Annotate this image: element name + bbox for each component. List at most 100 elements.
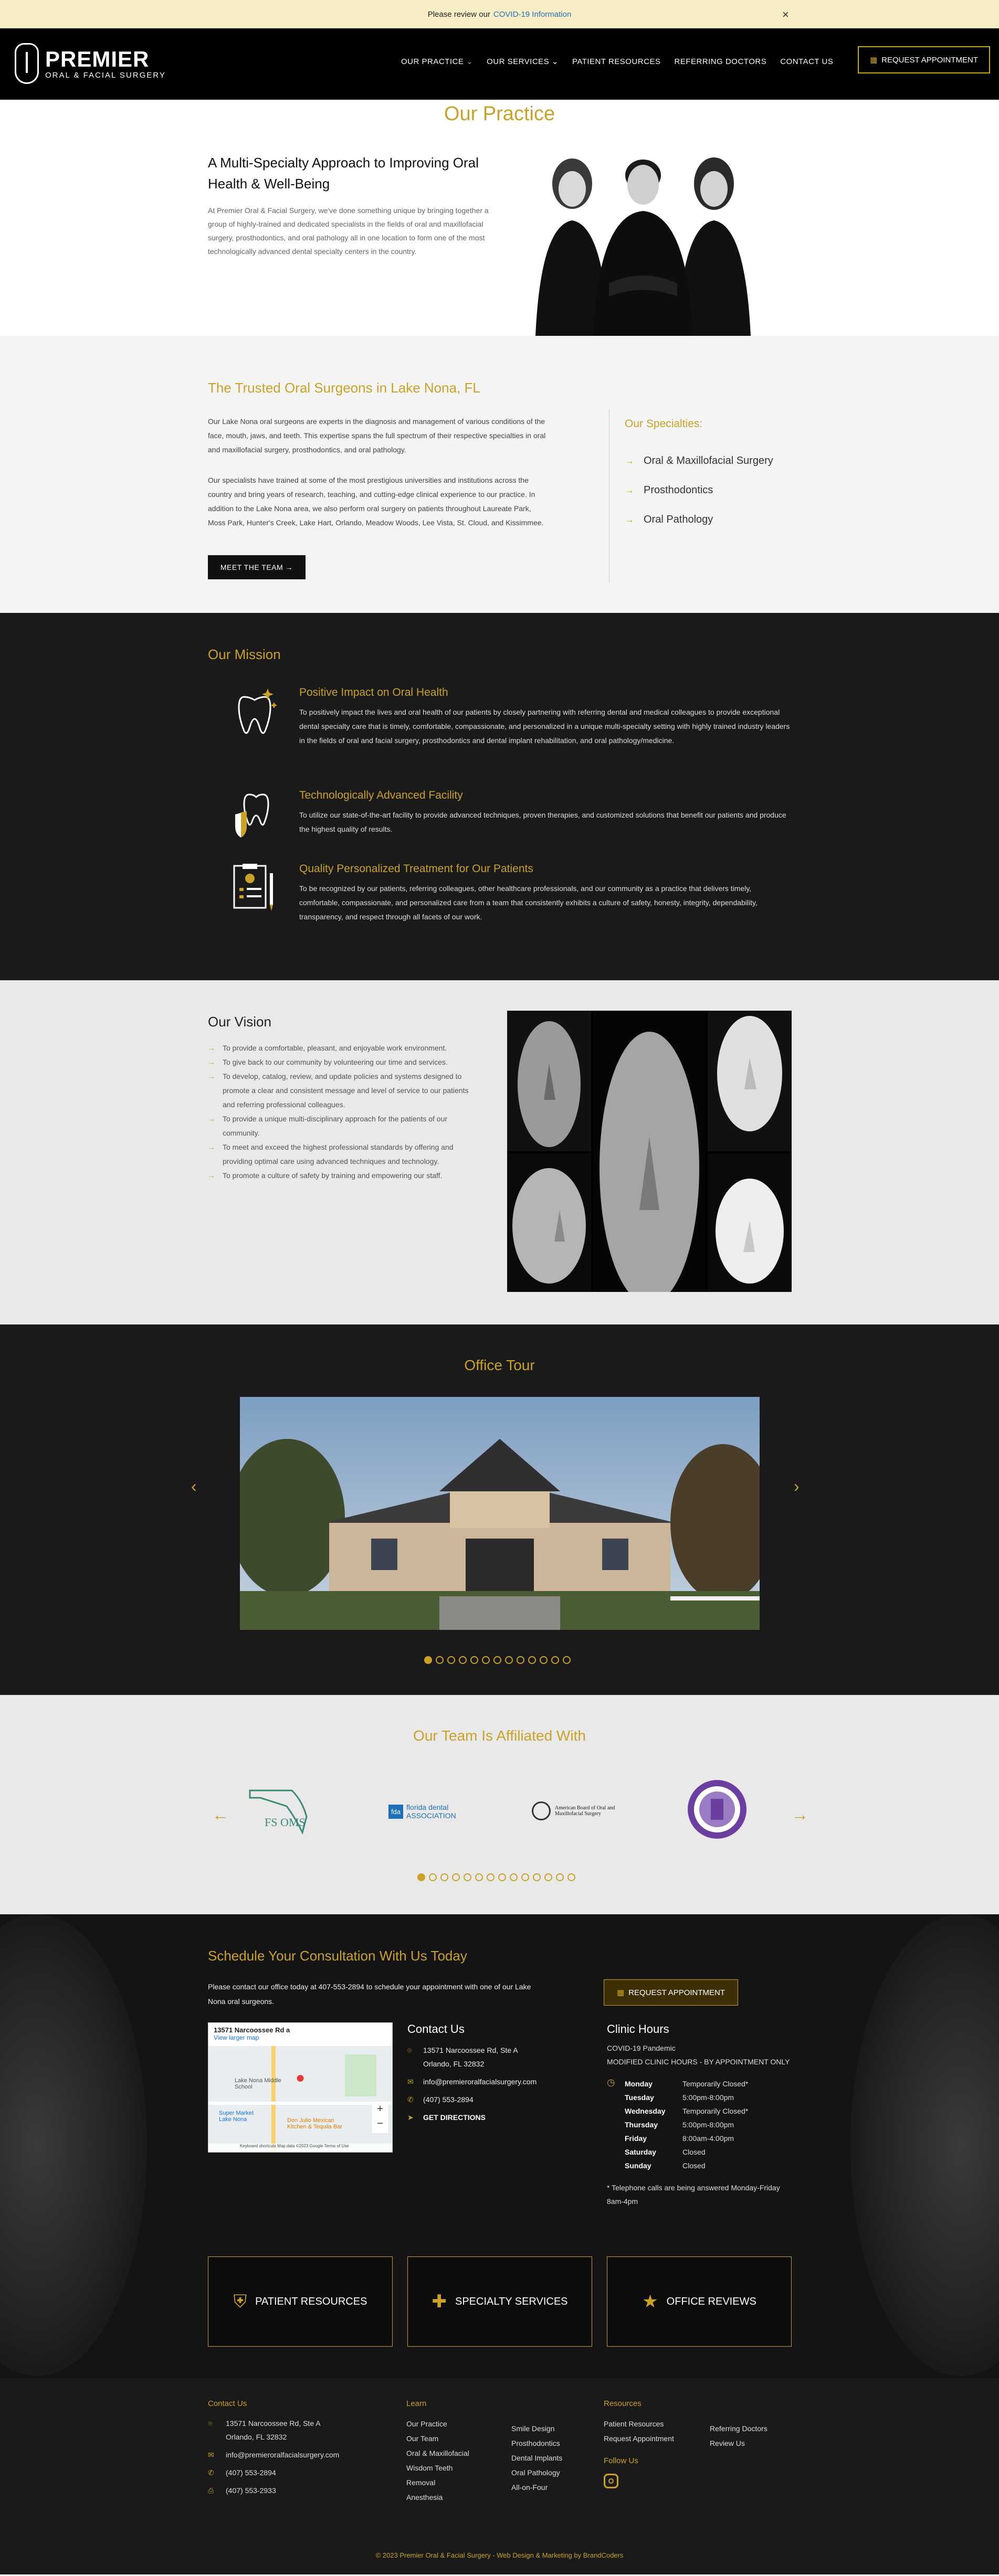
carousel-dot[interactable] [447,1656,455,1664]
florida-dental-logo[interactable]: fda florida dental ASSOCIATION [384,1790,474,1832]
calendar-icon: ▦ [869,56,878,65]
hours-note: COVID-19 Pandemic [607,2044,676,2052]
society-seal-logo[interactable] [686,1778,749,1841]
carousel-dot[interactable] [475,1873,483,1881]
map-larger-link[interactable]: View larger map [214,2034,387,2041]
footer-link[interactable]: Our Practice [406,2416,511,2431]
carousel-dot[interactable] [470,1656,478,1664]
request-appointment-button[interactable]: ▦ REQUEST APPOINTMENT [858,46,990,73]
footer-phone[interactable]: ✆ (407) 553-2894 [208,2466,386,2479]
carousel-dot[interactable] [551,1656,559,1664]
carousel-dot[interactable] [417,1873,425,1881]
carousel-prev-icon[interactable]: ‹ [191,1477,197,1496]
footer-link[interactable]: Anesthesia [406,2490,511,2505]
carousel-dot[interactable] [493,1656,501,1664]
carousel-dot[interactable] [464,1873,471,1881]
carousel-dot[interactable] [521,1873,529,1881]
carousel-next-icon[interactable]: › [794,1477,800,1496]
footer-link[interactable]: Request Appointment [604,2431,719,2446]
tooth-star-icon: ★ [642,2292,658,2312]
carousel-dot[interactable] [505,1656,513,1664]
carousel-dot[interactable] [563,1656,571,1664]
footer-link[interactable]: Wisdom Teeth [406,2461,511,2475]
footer-email[interactable]: ✉ info@premieroralfacialsurgery.com [208,2448,386,2462]
nav-referring-doctors[interactable]: REFERRING DOCTORS [674,57,766,66]
surgeons-section: The Trusted Oral Surgeons in Lake Nona, … [0,336,999,613]
affiliation-name: FS OMS [265,1816,306,1829]
instagram-icon[interactable] [604,2474,618,2488]
office-reviews-card[interactable]: ★ OFFICE REVIEWS [607,2256,792,2347]
nav-our-practice[interactable]: OUR PRACTICE ⌄ [401,57,473,66]
map-zoom-controls[interactable]: + − [372,2102,388,2133]
carousel-dot[interactable] [436,1656,444,1664]
footer-link[interactable]: Prosthodontics [511,2436,595,2451]
carousel-dot[interactable] [544,1873,552,1881]
consultation-section: Schedule Your Consultation With Us Today… [0,1914,999,2378]
request-appointment-button[interactable]: ▦ REQUEST APPOINTMENT [604,1979,738,2006]
nav-contact-us[interactable]: CONTACT US [780,57,833,66]
hours-row: Tuesday 5:00pm-8:00pm [625,2093,734,2102]
carousel-dot[interactable] [440,1873,448,1881]
covid-info-link[interactable]: COVID-19 Information [493,10,571,19]
carousel-dot[interactable] [452,1873,460,1881]
carousel-dot[interactable] [498,1873,506,1881]
clock-icon: ◷ [607,2077,615,2087]
carousel-dot[interactable] [424,1656,432,1664]
google-map[interactable]: 13571 Narcoossee Rd a View larger map ● … [208,2022,393,2153]
footer-link[interactable]: All-on-Four [511,2480,595,2495]
footer-link[interactable]: Dental Implants [511,2451,595,2465]
statue-face-background [850,1914,999,2376]
footer-link[interactable]: Referring Doctors [710,2421,804,2436]
meet-the-team-button[interactable]: MEET THE TEAM → [208,555,306,579]
carousel-dot[interactable] [556,1873,564,1881]
hours-row: Monday Temporarily Closed* [625,2080,749,2088]
site-header: PREMIER ORAL & FACIAL SURGERY OUR PRACTI… [0,28,999,100]
carousel-dot[interactable] [540,1656,548,1664]
carousel-dot[interactable] [510,1873,518,1881]
mission-text: To positively impact the lives and oral … [299,708,790,745]
carousel-dot[interactable] [528,1656,536,1664]
phone-row[interactable]: ✆ (407) 553-2894 [407,2093,565,2106]
footer-link[interactable]: Oral & Maxillofacial [406,2446,511,2461]
site-logo[interactable]: PREMIER ORAL & FACIAL SURGERY [15,43,166,84]
map-label: Super Market Lake Nona [219,2110,254,2123]
footer-link[interactable]: Review Us [710,2436,804,2451]
footer-link[interactable]: Smile Design [511,2421,595,2436]
footer-link[interactable]: Our Team [406,2431,511,2446]
hours-footnote: * Telephone calls are being answered Mon… [607,2183,780,2206]
carousel-dot[interactable] [482,1656,490,1664]
specialty-item[interactable]: → Prosthodontics [625,475,773,505]
vision-item: To promote a culture of safety by traini… [208,1169,481,1183]
footer-link[interactable]: Oral Pathology [511,2465,595,2480]
hours-row: Saturday Closed [625,2148,706,2156]
close-alert-icon[interactable]: × [782,8,789,22]
directions-row[interactable]: ➤ GET DIRECTIONS [407,2111,565,2124]
carousel-dot[interactable] [459,1656,467,1664]
vision-item: To meet and exceed the highest professio… [208,1140,481,1169]
office-building-photo [240,1397,760,1630]
nav-our-services[interactable]: OUR SERVICES ⌄ [487,57,559,66]
specialties-title: Our Specialties: [625,418,703,430]
vision-item: To provide a comfortable, pleasant, and … [208,1041,481,1055]
arrow-left-icon[interactable]: ← [212,1805,229,1825]
tour-carousel-dots [424,1656,571,1664]
carousel-dot[interactable] [533,1873,541,1881]
carousel-dot[interactable] [567,1873,575,1881]
specialty-services-card[interactable]: ✚ SPECIALTY SERVICES [407,2256,592,2347]
carousel-dot[interactable] [517,1656,524,1664]
carousel-dot[interactable] [429,1873,437,1881]
surgeons-paragraph-2: Our specialists have trained at some of … [208,476,544,527]
footer-link[interactable]: Removal [406,2475,511,2490]
carousel-dot[interactable] [487,1873,495,1881]
specialty-item[interactable]: → Oral Pathology [625,505,773,534]
footer-link[interactable]: Patient Resources [604,2416,719,2431]
specialty-item[interactable]: → Oral & Maxillofacial Surgery [625,446,773,475]
fsoms-logo[interactable]: FS OMS [245,1780,313,1838]
abomfs-logo[interactable]: American Board of Oral and Maxillofacial… [530,1798,619,1824]
email-row[interactable]: ✉ info@premieroralfacialsurgery.com [407,2075,565,2089]
arrow-right-icon[interactable]: → [792,1805,808,1825]
intro-body: At Premier Oral & Facial Surgery, we've … [208,206,489,256]
patient-resources-card[interactable]: ⛨ PATIENT RESOURCES [208,2256,393,2347]
nav-patient-resources[interactable]: PATIENT RESOURCES [572,57,661,66]
seal-icon [532,1801,551,1820]
